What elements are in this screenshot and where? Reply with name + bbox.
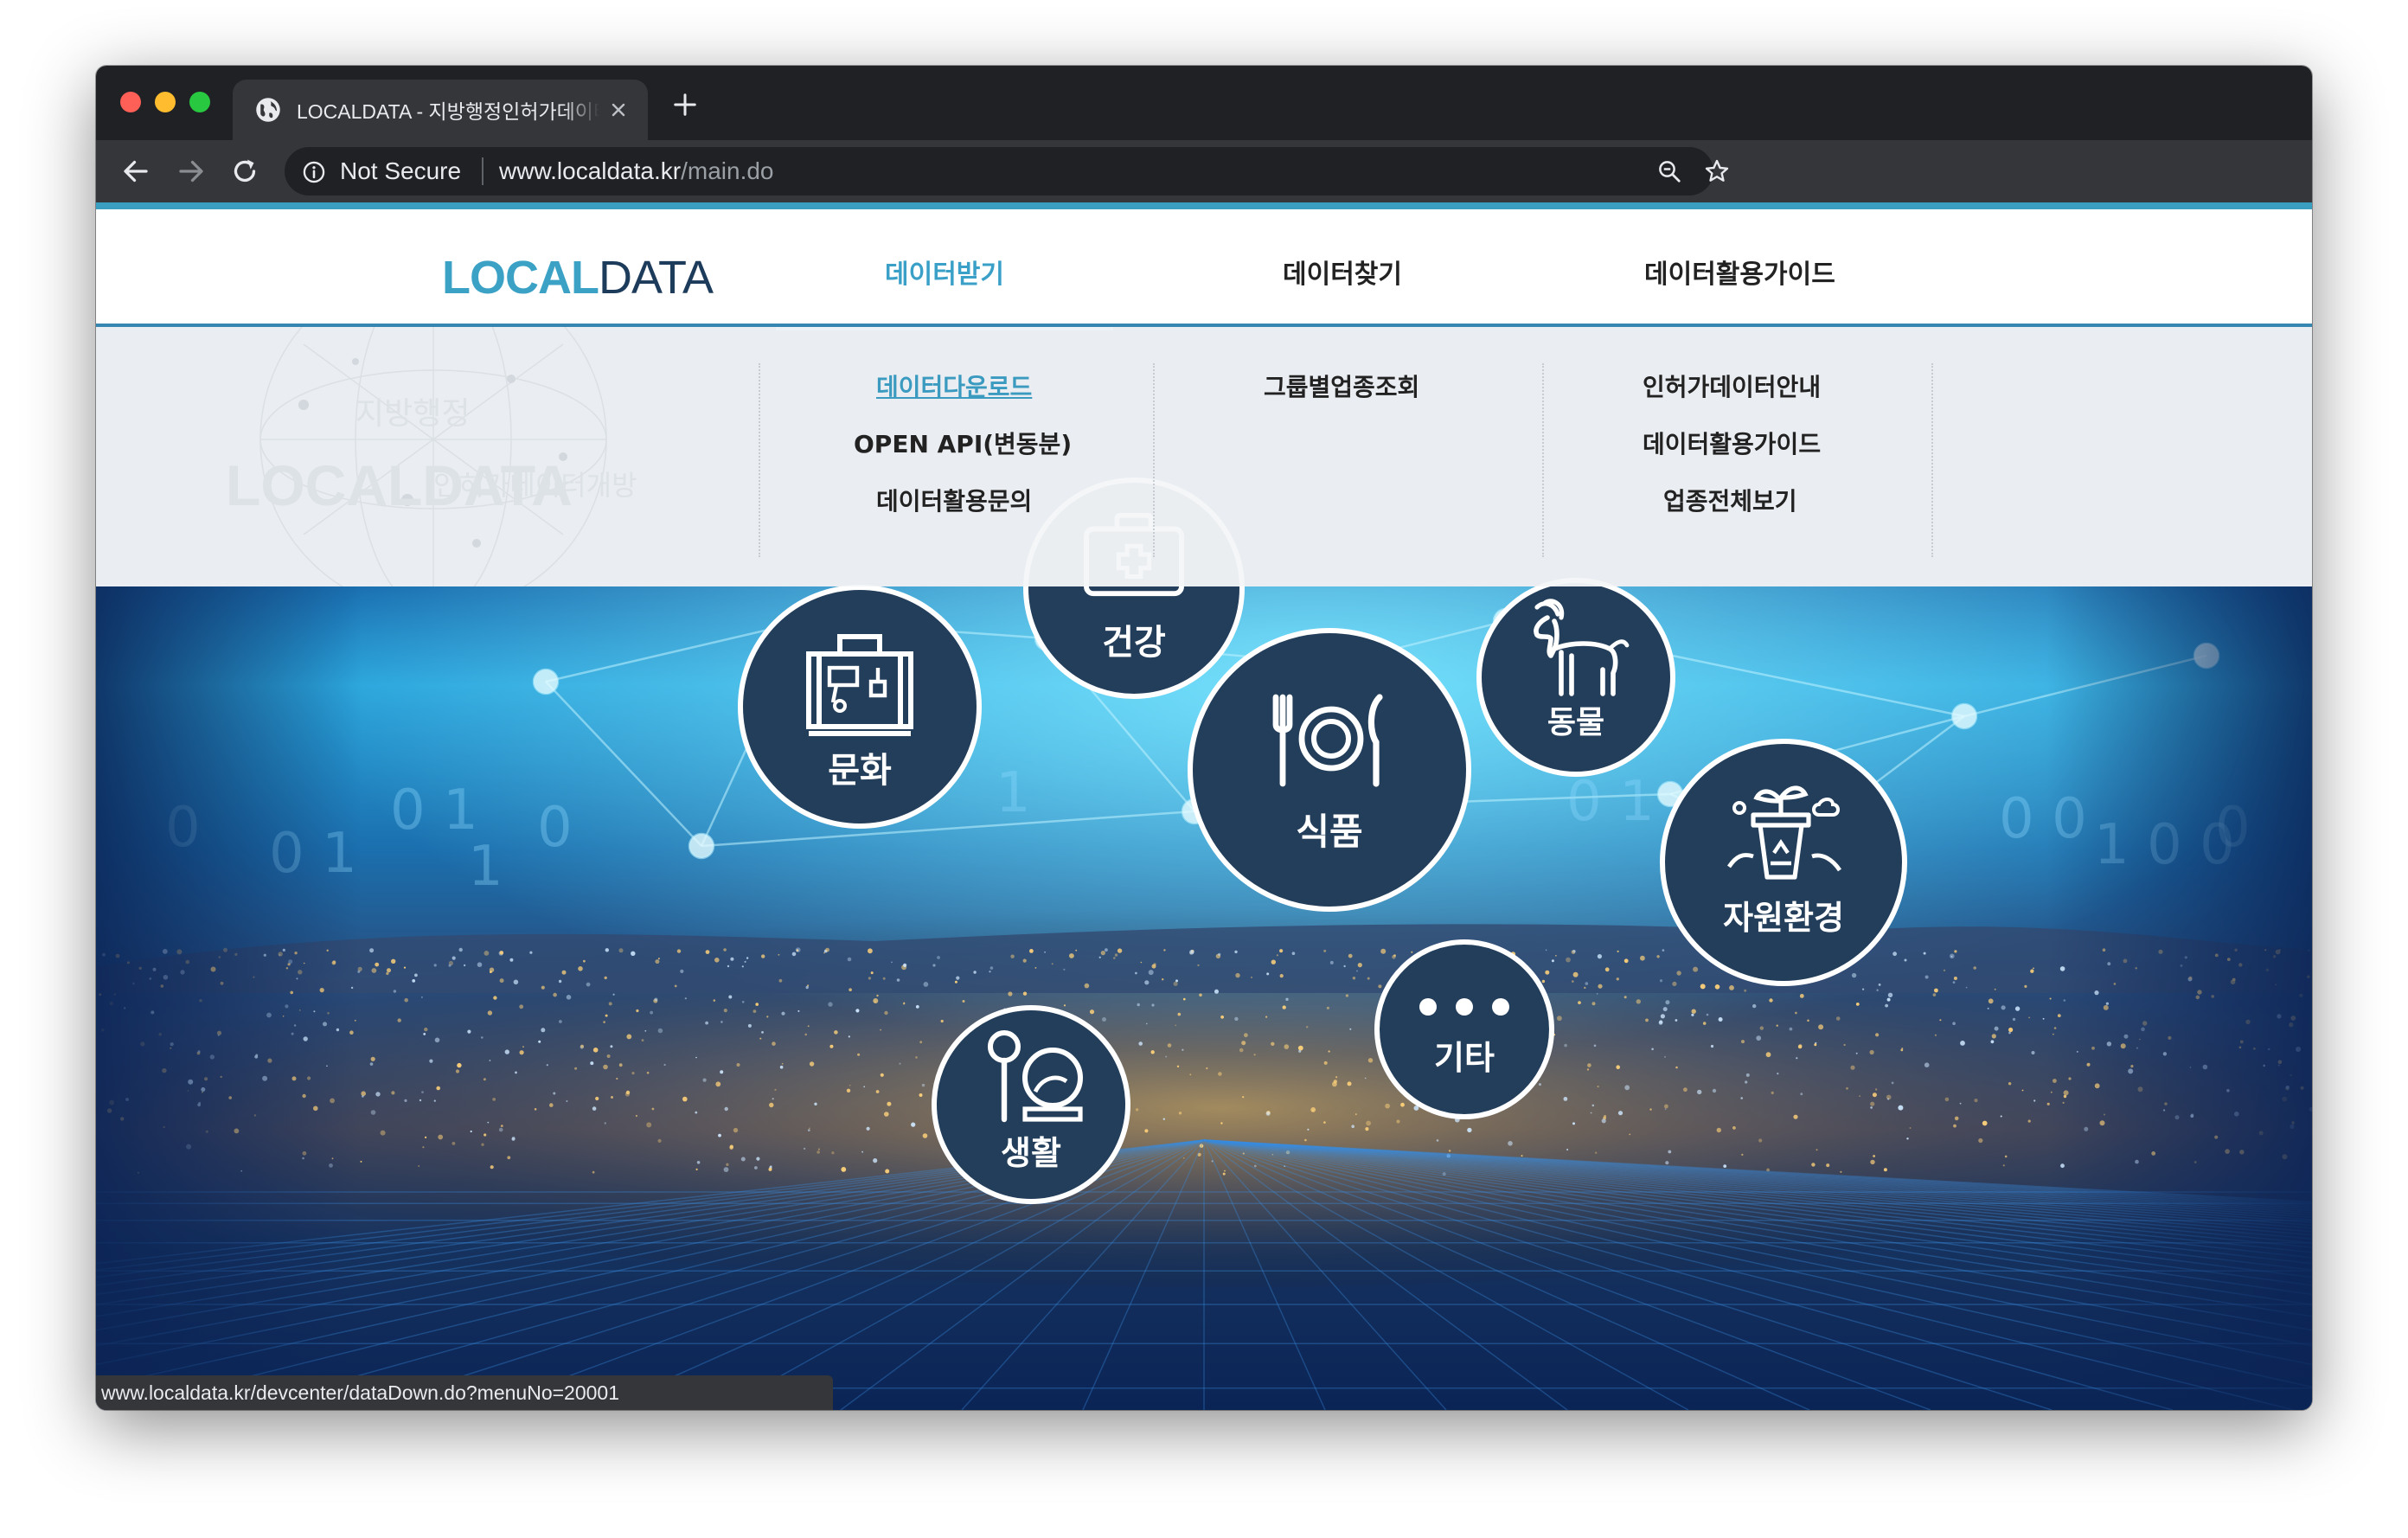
mirror-brush-icon (988, 1030, 1083, 1123)
submenu-usage-guide[interactable]: 데이터활용가이드 (1643, 426, 1821, 460)
maximize-window-button[interactable] (189, 92, 210, 112)
submenu-all-industries[interactable]: 업종전체보기 (1663, 483, 1797, 517)
link-status-bar: www.localdata.kr/devcenter/dataDown.do?m… (96, 1375, 833, 1410)
security-label[interactable]: Not Secure (340, 157, 461, 185)
submenu-divider (1542, 363, 1544, 557)
url-host: www.localdata.kr (499, 157, 682, 184)
category-label: 기타 (1434, 1039, 1495, 1077)
back-arrow-icon[interactable] (120, 156, 151, 187)
submenu-data-download[interactable]: 데이터다운로드 (876, 368, 1032, 403)
category-environment-button[interactable]: 자원환경 (1660, 739, 1907, 986)
bookmark-star-icon[interactable] (1703, 157, 1731, 185)
close-tab-icon[interactable] (608, 99, 629, 120)
category-food-button[interactable]: 식품 (1188, 628, 1471, 912)
submenu-data-inquiry[interactable]: 데이터활용문의 (876, 483, 1032, 517)
title-bar: LOCALDATA - 지방행정인허가데이터 (96, 66, 2312, 140)
goat-icon (1534, 599, 1630, 696)
category-label: 식품 (1296, 811, 1363, 853)
category-etc-button[interactable]: 기타 (1374, 939, 1554, 1119)
category-label: 생활 (1001, 1134, 1061, 1172)
forward-arrow-icon[interactable] (176, 156, 207, 187)
submenu-divider (1153, 363, 1155, 557)
suitcase-icon (806, 634, 913, 736)
more-dots-icon (1419, 998, 1509, 1016)
category-living-button[interactable]: 생활 (932, 1005, 1130, 1204)
hero-background: 00 10 1 100 0 1 0 000 0 11 건강 (96, 477, 2312, 1410)
submenu-divider (1931, 363, 1933, 557)
omnibox-divider (482, 157, 484, 185)
site-logo[interactable]: LOCALDATA (442, 251, 714, 304)
globe-icon (256, 98, 280, 122)
watermark-line2: 인허가데이터개방 (433, 469, 637, 502)
submenu-open-api[interactable]: OPEN API(변동분) (854, 426, 1072, 460)
tab-title: LOCALDATA - 지방행정인허가데이터 (297, 100, 599, 123)
browser-toolbar: Not Secure www.localdata.kr/main.do (96, 140, 2312, 202)
category-label: 건강 (1102, 623, 1166, 663)
submenu-license-data-info[interactable]: 인허가데이터안내 (1643, 368, 1821, 403)
submenu-group-industry[interactable]: 그룹별업종조회 (1264, 368, 1419, 403)
category-animal-button[interactable]: 동물 (1476, 578, 1675, 777)
info-icon[interactable] (302, 160, 326, 184)
gnb-usage-guide[interactable]: 데이터활용가이드 (1644, 253, 1835, 291)
recycle-plant-icon (1727, 785, 1841, 880)
browser-window: LOCALDATA - 지방행정인허가데이터 Not Secure www.lo… (96, 66, 2312, 1410)
category-label: 문화 (828, 751, 892, 791)
localdata-watermark: 지방행정 LOCALDATA 인허가데이터개방 (226, 327, 637, 586)
category-label: 자원환경 (1723, 899, 1844, 937)
category-label: 동물 (1547, 705, 1605, 740)
zoom-out-icon[interactable] (1656, 158, 1682, 184)
watermark-line1: 지방행정 (355, 396, 470, 432)
close-window-button[interactable] (120, 92, 141, 112)
page-top-accent-bar (96, 202, 2312, 209)
logo-local: LOCAL (442, 252, 599, 304)
gnb-data-download[interactable]: 데이터받기 (885, 253, 1004, 291)
gnb-data-search[interactable]: 데이터찾기 (1283, 253, 1402, 291)
category-culture-button[interactable]: 문화 (738, 585, 982, 829)
web-page: 00 10 1 100 0 1 0 000 0 11 건강 (96, 202, 2312, 1410)
url-text[interactable]: www.localdata.kr/main.do (499, 157, 774, 185)
logo-data: DATA (598, 252, 714, 304)
mega-dropdown-menu: 지방행정 LOCALDATA 인허가데이터개방 데이터다운로드 OPEN API… (96, 327, 2312, 586)
new-tab-icon[interactable] (672, 92, 698, 118)
submenu-divider (759, 363, 760, 557)
reload-icon[interactable] (229, 156, 260, 187)
minimize-window-button[interactable] (155, 92, 176, 112)
browser-tab[interactable]: LOCALDATA - 지방행정인허가데이터 (233, 80, 648, 140)
address-bar[interactable]: Not Secure www.localdata.kr/main.do (285, 147, 1729, 195)
plate-cutlery-icon (1272, 694, 1383, 787)
site-header: LOCALDATA 데이터받기 데이터찾기 데이터활용가이드 (96, 209, 2312, 330)
url-path: /main.do (681, 157, 774, 184)
